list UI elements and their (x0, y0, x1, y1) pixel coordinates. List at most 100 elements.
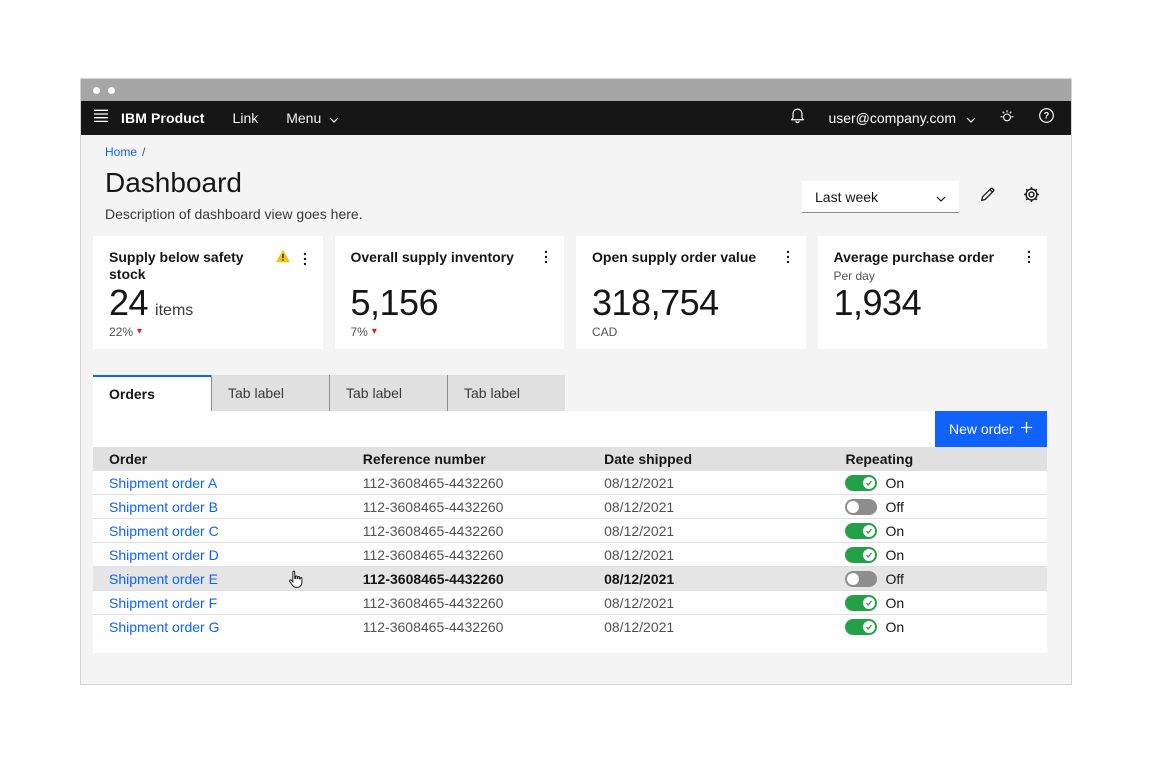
overflow-menu-icon[interactable] (1027, 249, 1031, 265)
metric-unit: CAD (592, 325, 617, 339)
toggle-state-label: On (885, 547, 904, 563)
toggle-knob (863, 621, 875, 633)
breadcrumb-home-link[interactable]: Home (105, 145, 137, 159)
repeating-toggle[interactable]: On (845, 595, 1047, 611)
table-row[interactable]: Shipment order G 112-3608465-4432260 08/… (93, 615, 1047, 639)
date-cell: 08/12/2021 (588, 499, 829, 515)
edit-icon (979, 186, 996, 208)
header-link[interactable]: Link (233, 110, 259, 126)
repeating-toggle[interactable]: On (845, 547, 1047, 563)
reference-cell: 112-3608465-4432260 (347, 523, 588, 539)
overflow-menu-icon[interactable] (544, 249, 548, 265)
table-row[interactable]: Shipment order C 112-3608465-4432260 08/… (93, 519, 1047, 543)
repeating-toggle[interactable]: Off (845, 499, 1047, 515)
tab-label-1[interactable]: Tab label (211, 375, 329, 411)
breadcrumb-separator: / (142, 145, 145, 159)
settings-button[interactable] (1015, 181, 1047, 213)
reference-cell: 112-3608465-4432260 (347, 595, 588, 611)
toggle-state-label: On (885, 523, 904, 539)
metric-delta: 7% (351, 325, 368, 339)
metric-value: 24 (109, 285, 148, 321)
metric-card-average-purchase-order: Average purchase order Per day 1,934 (818, 236, 1048, 349)
reference-cell: 112-3608465-4432260 (347, 475, 588, 491)
reference-cell: 112-3608465-4432260 (347, 571, 588, 587)
table-row[interactable]: Shipment order D 112-3608465-4432260 08/… (93, 543, 1047, 567)
help-icon: ? (1038, 107, 1055, 129)
tab-label: Orders (109, 386, 155, 402)
repeating-toggle[interactable]: On (845, 619, 1047, 635)
tab-bar: Orders Tab label Tab label Tab label (93, 375, 1047, 411)
reference-cell: 112-3608465-4432260 (347, 547, 588, 563)
table-row[interactable]: Shipment order E 112-3608465-4432260 08/… (93, 567, 1047, 591)
time-range-dropdown[interactable]: Last week (802, 181, 959, 213)
metric-delta: 22% (109, 325, 133, 339)
toggle-state-label: Off (885, 499, 903, 515)
table-row[interactable]: Shipment order B 112-3608465-4432260 08/… (93, 495, 1047, 519)
toggle-track (845, 571, 877, 587)
order-link[interactable]: Shipment order E (109, 571, 218, 587)
order-link[interactable]: Shipment order D (109, 547, 219, 563)
toggle-state-label: On (885, 619, 904, 635)
session-toggle-button[interactable] (998, 107, 1016, 130)
table-row[interactable]: Shipment order F 112-3608465-4432260 08/… (93, 591, 1047, 615)
toggle-knob (863, 477, 875, 489)
notifications-button[interactable] (789, 107, 806, 129)
toggle-knob (863, 525, 875, 537)
card-title: Open supply order value (592, 249, 756, 266)
awake-icon (998, 107, 1016, 130)
tab-label: Tab label (228, 385, 284, 401)
column-header-reference[interactable]: Reference number (347, 451, 588, 467)
card-title: Overall supply inventory (351, 249, 514, 266)
hamburger-menu-button[interactable] (81, 101, 121, 135)
metric-value: 318,754 (592, 285, 719, 321)
window-dot (93, 87, 100, 94)
column-header-repeating[interactable]: Repeating (829, 451, 1047, 467)
header-menu[interactable]: Menu (286, 110, 339, 126)
tab-orders[interactable]: Orders (93, 375, 211, 411)
overflow-menu-icon[interactable] (786, 249, 790, 265)
metric-suffix: items (155, 302, 193, 320)
repeating-toggle[interactable]: Off (845, 571, 1047, 587)
tab-label-2[interactable]: Tab label (329, 375, 447, 411)
reference-cell: 112-3608465-4432260 (347, 619, 588, 635)
edit-button[interactable] (971, 181, 1003, 213)
help-button[interactable]: ? (1038, 107, 1055, 129)
tab-label: Tab label (346, 385, 402, 401)
order-link[interactable]: Shipment order F (109, 595, 217, 611)
metric-cards: Supply below safety stock 24 items (93, 236, 1047, 349)
svg-text:?: ? (1044, 111, 1050, 121)
reference-cell: 112-3608465-4432260 (347, 499, 588, 515)
toggle-track (845, 475, 877, 491)
user-menu[interactable]: user@company.com (828, 110, 976, 126)
table-header-row: Order Reference number Date shipped Repe… (93, 447, 1047, 471)
order-link[interactable]: Shipment order A (109, 475, 217, 491)
order-link[interactable]: Shipment order C (109, 523, 219, 539)
tab-label: Tab label (464, 385, 520, 401)
date-cell: 08/12/2021 (588, 619, 829, 635)
order-link[interactable]: Shipment order B (109, 499, 218, 515)
caret-down-icon: ▾ (372, 327, 377, 337)
toggle-state-label: On (885, 595, 904, 611)
toggle-state-label: On (885, 475, 904, 491)
order-link[interactable]: Shipment order G (109, 619, 220, 635)
page-title: Dashboard (105, 167, 363, 199)
column-header-order[interactable]: Order (93, 451, 347, 467)
tab-label-3[interactable]: Tab label (447, 375, 565, 411)
app-window: IBM Product Link Menu user@company.com (80, 78, 1072, 685)
toggle-track (845, 595, 877, 611)
new-order-button[interactable]: New order (935, 411, 1047, 447)
metric-value: 5,156 (351, 285, 439, 321)
overflow-menu-icon[interactable] (303, 251, 307, 267)
page-description: Description of dashboard view goes here. (105, 206, 363, 222)
column-header-date[interactable]: Date shipped (588, 451, 829, 467)
plus-icon (1020, 421, 1033, 437)
bell-icon (789, 107, 806, 129)
hamburger-icon (93, 109, 109, 128)
toggle-track (845, 619, 877, 635)
page-content: Home / Dashboard Description of dashboar… (81, 135, 1071, 653)
table-row[interactable]: Shipment order A 112-3608465-4432260 08/… (93, 471, 1047, 495)
repeating-toggle[interactable]: On (845, 523, 1047, 539)
toggle-knob (863, 549, 875, 561)
orders-table-section: New order Order Reference number Date sh… (93, 411, 1047, 653)
repeating-toggle[interactable]: On (845, 475, 1047, 491)
